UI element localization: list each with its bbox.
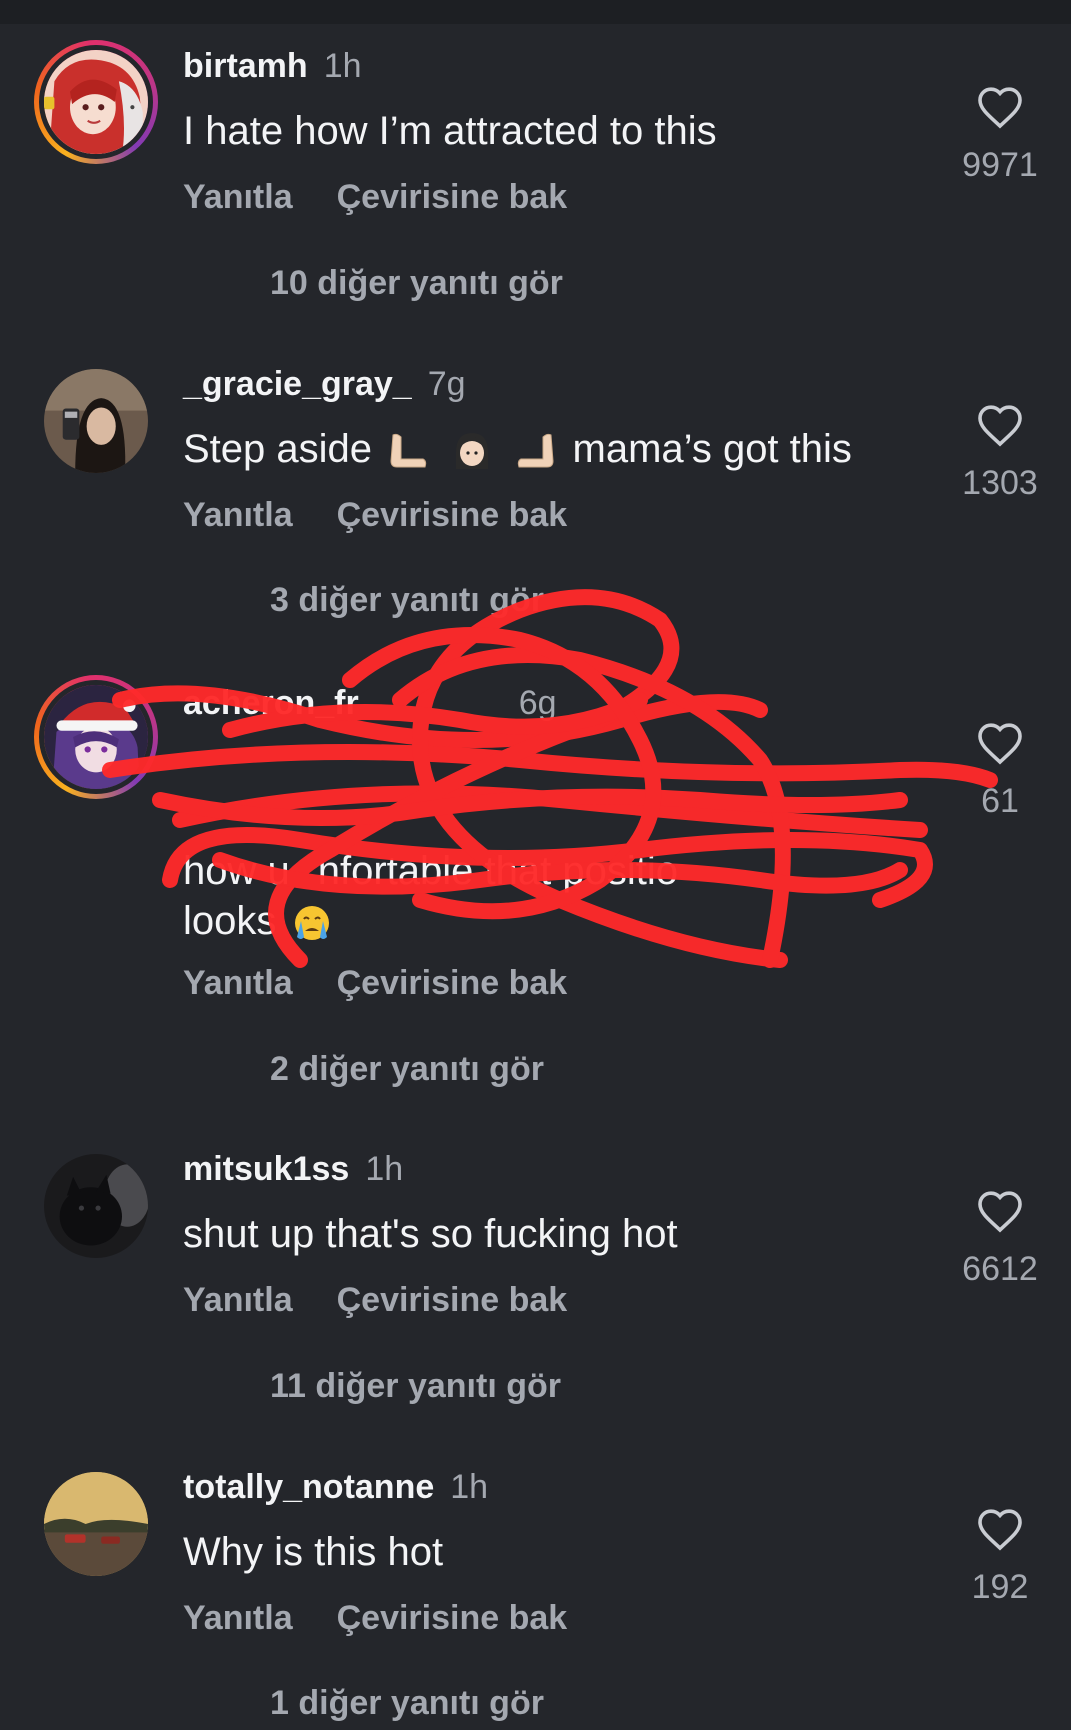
comment-actions: Yanıtla Çevirisine bak <box>183 177 567 217</box>
username[interactable]: totally_notanne <box>183 1468 434 1506</box>
reply-button[interactable]: Yanıtla <box>183 1281 293 1319</box>
like-control: 9971 <box>950 85 1050 185</box>
view-more-replies-button[interactable]: 10 diğer yanıtı gör <box>270 263 563 303</box>
heart-outline-icon[interactable] <box>976 403 1024 447</box>
top-strip <box>0 0 1071 24</box>
see-translation-button[interactable]: Çevirisine bak <box>337 964 568 1002</box>
see-translation-button[interactable]: Çevirisine bak <box>337 1281 568 1319</box>
comment-actions: Yanıtla Çevirisine bak <box>183 495 567 535</box>
comment-text-fragment: looks <box>183 899 277 943</box>
comment-header: mitsuk1ss 1h <box>183 1149 403 1189</box>
selfie-photo-avatar-image <box>44 369 148 473</box>
comment-actions: Yanıtla Çevirisine bak <box>183 1598 567 1638</box>
comment-text-line: how u nfortable that positio <box>183 846 923 896</box>
comment-header: _gracie_gray_ 7g <box>183 364 466 404</box>
reply-button[interactable]: Yanıtla <box>183 1599 293 1637</box>
timestamp: 1h <box>450 1468 489 1506</box>
comment-text: how u nfortable that positio looks <box>183 846 923 946</box>
avatar[interactable] <box>44 1154 148 1258</box>
like-control: 61 <box>950 721 1050 821</box>
arm-right-emoji <box>518 434 554 468</box>
dark-cat-photo-avatar-image <box>44 1154 148 1258</box>
timestamp: 1h <box>323 47 362 85</box>
arm-left-emoji <box>390 434 427 468</box>
crying-emoji <box>294 906 329 941</box>
comment-text: Why is this hot <box>183 1530 444 1574</box>
comment-text-line: looks <box>183 896 923 946</box>
like-count: 192 <box>971 1568 1029 1606</box>
comment-header: totally_notanne 1h <box>183 1467 488 1507</box>
view-more-replies-button[interactable]: 1 diğer yanıtı gör <box>270 1683 544 1723</box>
sunset-street-photo-avatar-image <box>44 1472 148 1576</box>
anime-red-hair-avatar-image <box>44 50 148 154</box>
reply-button[interactable]: Yanıtla <box>183 964 293 1002</box>
heart-outline-icon[interactable] <box>976 1189 1024 1233</box>
avatar[interactable] <box>34 40 158 164</box>
comment-text-fragment: how u <box>183 849 290 893</box>
heart-outline-icon[interactable] <box>976 1507 1024 1551</box>
timestamp: 1h <box>365 1150 404 1188</box>
scribble-stroke <box>152 788 908 826</box>
like-control: 1303 <box>950 403 1050 503</box>
comment-text: I hate how I’m attracted to this <box>183 109 717 153</box>
like-count: 1303 <box>962 464 1038 502</box>
like-count: 6612 <box>962 1250 1038 1288</box>
reply-button[interactable]: Yanıtla <box>183 178 293 216</box>
comment-text: Step aside mama’s got this <box>183 424 923 474</box>
username[interactable]: mitsuk1ss <box>183 1150 349 1188</box>
view-more-replies-button[interactable]: 3 diğer yanıtı gör <box>270 580 544 620</box>
username[interactable]: birtamh <box>183 47 308 85</box>
see-translation-button[interactable]: Çevirisine bak <box>337 496 568 534</box>
comment-text-end: mama’s got this <box>572 427 852 471</box>
comment-header: acheron_fr 6g <box>183 683 557 723</box>
woman-face-emoji <box>456 433 489 470</box>
see-translation-button[interactable]: Çevirisine bak <box>337 178 568 216</box>
comment-text: shut up that's so fucking hot <box>183 1212 678 1256</box>
comment-header: birtamh 1h <box>183 46 362 86</box>
view-more-replies-button[interactable]: 11 diğer yanıtı gör <box>270 1366 561 1406</box>
reply-button[interactable]: Yanıtla <box>183 496 293 534</box>
comment-text-fragment: nfortable that positio <box>317 849 678 893</box>
heart-outline-icon[interactable] <box>976 85 1024 129</box>
avatar[interactable] <box>34 675 158 799</box>
username[interactable]: _gracie_gray_ <box>183 365 412 403</box>
timestamp: 6g <box>518 684 557 722</box>
scribble-stroke <box>102 744 998 788</box>
scribble-stroke <box>172 785 928 838</box>
avatar[interactable] <box>44 369 148 473</box>
comment-text-start: Step aside <box>183 427 373 471</box>
like-count: 61 <box>981 782 1019 820</box>
avatar[interactable] <box>44 1472 148 1576</box>
anime-purple-hair-santa-hat-avatar-image <box>44 685 148 789</box>
comment-actions: Yanıtla Çevirisine bak <box>183 1280 567 1320</box>
username[interactable]: acheron_fr <box>183 684 359 722</box>
heart-outline-icon[interactable] <box>976 721 1024 765</box>
like-control: 192 <box>950 1507 1050 1607</box>
view-more-replies-button[interactable]: 2 diğer yanıtı gör <box>270 1049 544 1089</box>
see-translation-button[interactable]: Çevirisine bak <box>337 1599 568 1637</box>
comment-actions: Yanıtla Çevirisine bak <box>183 963 567 1003</box>
timestamp: 7g <box>427 365 466 403</box>
like-count: 9971 <box>962 146 1038 184</box>
like-control: 6612 <box>950 1189 1050 1289</box>
